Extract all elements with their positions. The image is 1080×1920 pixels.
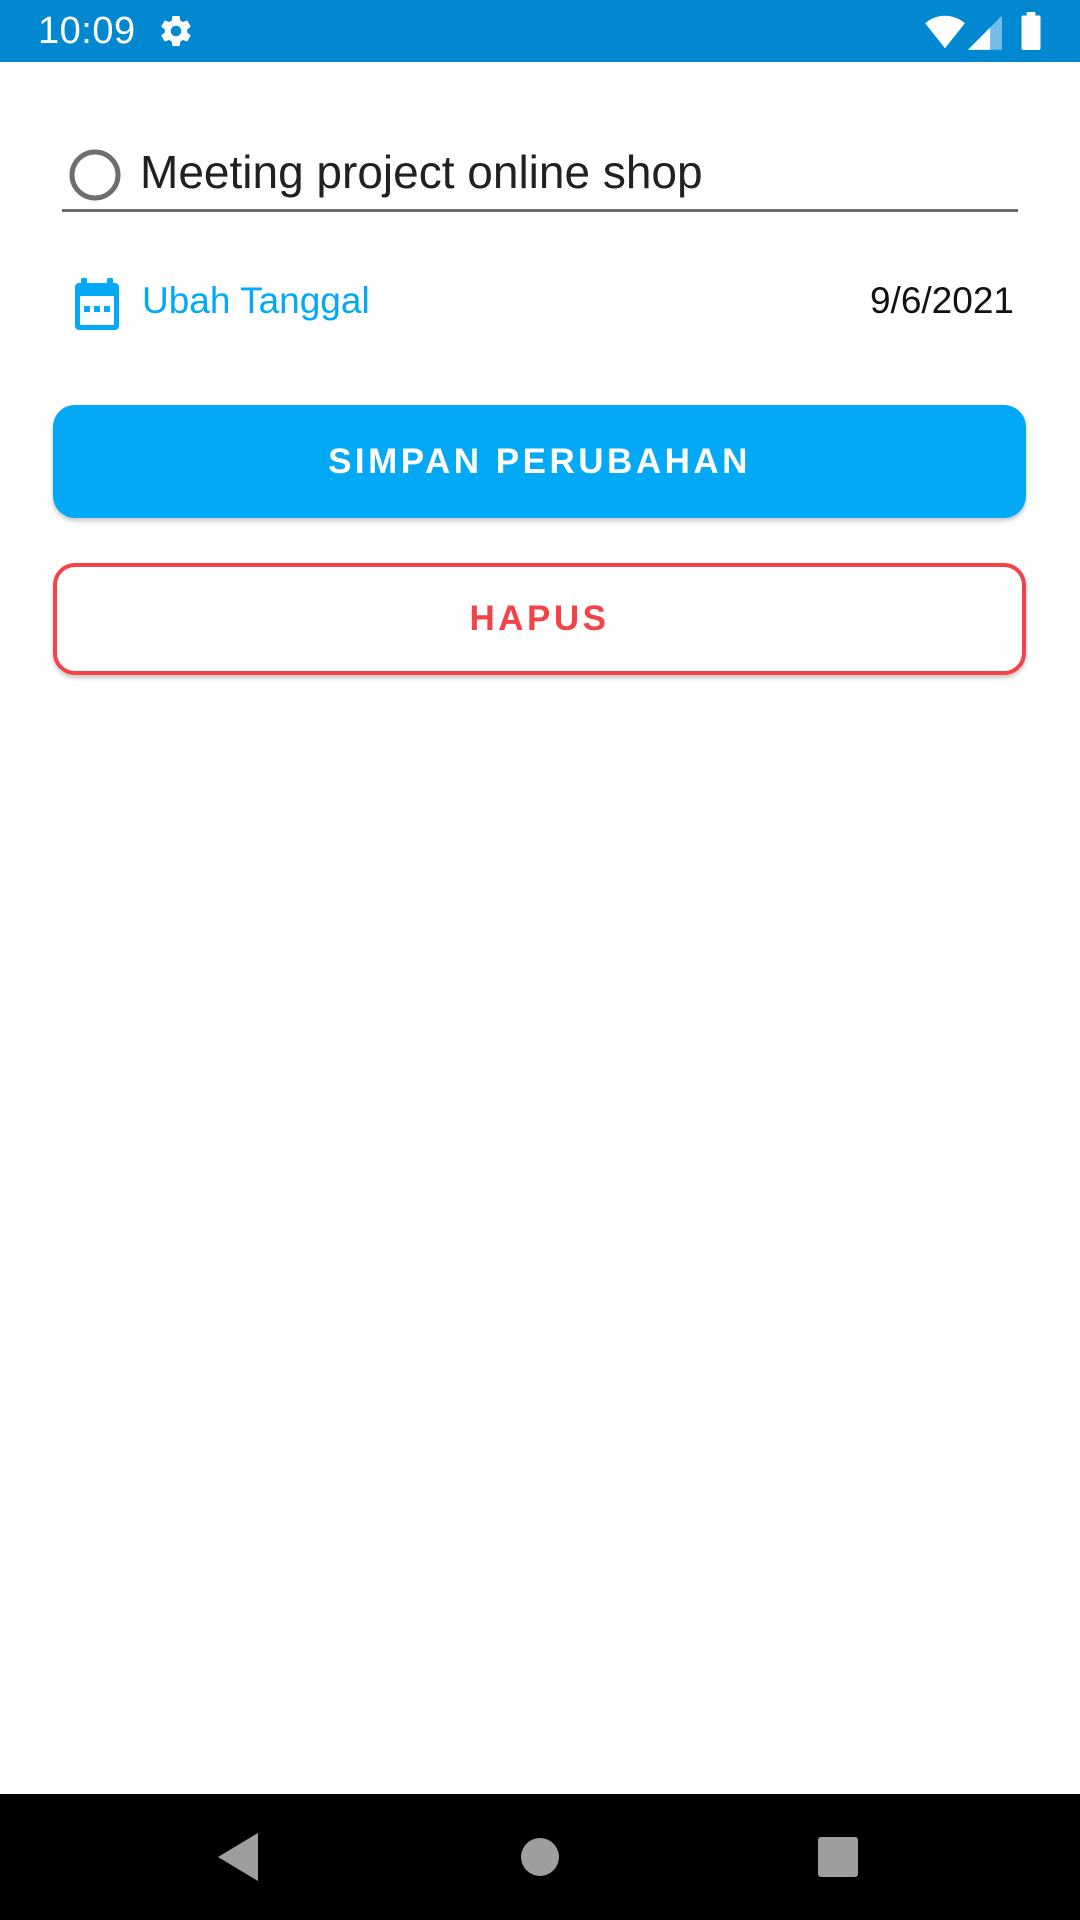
task-detail-screen: 10:09 Meeting project online shop Ubah T… [0,0,1080,1920]
status-bar: 10:09 [0,0,1080,62]
calendar-icon[interactable] [72,278,122,332]
save-changes-button[interactable]: SIMPAN PERUBAHAN [53,405,1026,518]
recents-icon[interactable] [808,1827,868,1887]
cell-signal-icon [968,15,1002,50]
change-date-link[interactable]: Ubah Tanggal [142,278,370,324]
status-time: 10:09 [38,10,136,52]
date-value: 9/6/2021 [869,280,1014,321]
task-complete-checkbox[interactable] [68,148,122,202]
back-icon[interactable] [210,1827,270,1887]
date-row: Ubah Tanggal 9/6/2021 [62,270,1018,334]
home-icon[interactable] [510,1827,570,1887]
navigation-bar [0,1794,1080,1920]
wifi-icon [925,15,965,49]
battery-icon [1021,12,1041,50]
delete-button[interactable]: HAPUS [53,563,1026,675]
status-icons [924,12,1044,50]
gear-icon [161,16,191,46]
task-title[interactable]: Meeting project online shop [140,144,703,200]
task-title-field[interactable]: Meeting project online shop [62,134,1018,212]
